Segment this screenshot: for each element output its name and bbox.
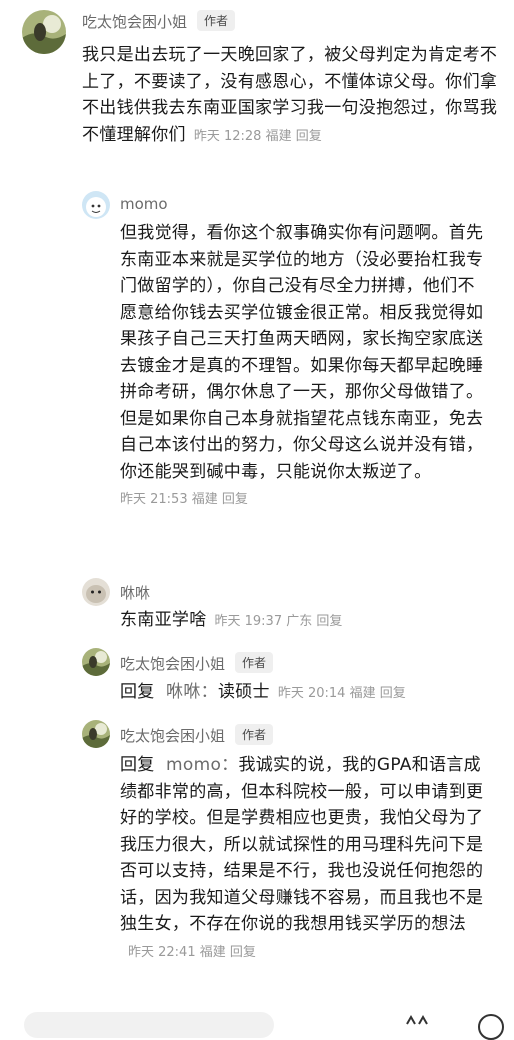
username[interactable]: 吃太饱会困小姐: [120, 727, 225, 745]
location: 福建: [191, 492, 218, 507]
bottom-toolbar: [0, 1000, 514, 1040]
reply-text: 回复 咻咻：读硕士 昨天 20:14 福建 回复: [120, 679, 492, 708]
avatar[interactable]: [82, 578, 110, 606]
reply-target[interactable]: momo：: [166, 755, 238, 775]
username[interactable]: momo: [120, 195, 168, 213]
username[interactable]: 吃太饱会困小姐: [120, 655, 225, 673]
location: 广东: [286, 614, 313, 629]
author-badge: 作者: [235, 652, 274, 673]
reply-text: 回复 momo：我诚实的说，我的GPA和语言成绩都非常的高，但本科院校一般，可以…: [120, 752, 492, 966]
reply-button[interactable]: 回复: [230, 945, 256, 960]
like-icon[interactable]: [405, 1014, 428, 1036]
author-badge: 作者: [197, 10, 236, 31]
timestamp: 昨天 20:14: [277, 686, 346, 701]
timestamp: 昨天 21:53: [120, 492, 188, 507]
share-icon[interactable]: [478, 1014, 504, 1040]
avatar[interactable]: [82, 191, 110, 219]
username[interactable]: 咻咻: [120, 584, 150, 602]
reply-text: 东南亚学啥 昨天 19:37 广东 回复: [120, 607, 492, 636]
author-badge: 作者: [235, 724, 274, 745]
comment-author[interactable]: 吃太饱会困小姐 作者: [82, 10, 236, 32]
timestamp: 昨天 22:41: [128, 944, 196, 960]
timestamp: 昨天 19:37: [214, 614, 283, 629]
timestamp: 昨天 12:28: [193, 128, 262, 144]
reply-button[interactable]: 回复: [222, 492, 248, 507]
reply-meta: 昨天 19:37 广东 回复: [215, 614, 343, 629]
location: 福建: [349, 686, 376, 701]
reply-item: 吃太饱会困小姐 作者 回复 momo：我诚实的说，我的GPA和语言成绩都非常的高，…: [0, 712, 514, 1002]
reply-item: 吃太饱会困小姐 作者 回复 咻咻：读硕士 昨天 20:14 福建 回复: [0, 642, 514, 712]
reply-button[interactable]: 回复: [296, 129, 322, 144]
reply-prefix: 回复: [120, 755, 155, 775]
avatar[interactable]: [22, 10, 66, 54]
username[interactable]: 吃太饱会困小姐: [82, 13, 187, 31]
comment-input[interactable]: [24, 1012, 274, 1038]
reply-author[interactable]: 咻咻: [120, 582, 150, 603]
avatar[interactable]: [82, 648, 110, 676]
reply-target[interactable]: 咻咻：: [166, 682, 218, 702]
reply-button[interactable]: 回复: [380, 686, 406, 701]
reply-author[interactable]: 吃太饱会困小姐 作者: [120, 724, 274, 746]
reply-author[interactable]: momo: [120, 195, 168, 213]
reply-body: 东南亚学啥: [120, 610, 207, 630]
reply-item: 咻咻 东南亚学啥 昨天 19:37 广东 回复: [0, 572, 514, 632]
reply-meta: 昨天 22:41 福建 回复: [128, 945, 256, 960]
avatar[interactable]: [82, 720, 110, 748]
comment-item: 吃太饱会困小姐 作者 我只是出去玩了一天晚回家了，被父母判定为肯定考不上了，不要读…: [0, 0, 514, 170]
reply-item: momo 但我觉得，看你这个叙事确实你有问题啊。首先东南亚本来就是买学位的地方（…: [0, 185, 514, 565]
reply-body: 我诚实的说，我的GPA和语言成绩都非常的高，但本科院校一般，可以申请到更好的学校…: [120, 755, 484, 934]
reply-button[interactable]: 回复: [316, 614, 342, 629]
reply-meta: 昨天 21:53 福建 回复: [120, 492, 248, 507]
location: 福建: [199, 944, 226, 960]
reply-prefix: 回复: [120, 682, 155, 702]
location: 福建: [265, 128, 292, 144]
reply-meta: 昨天 20:14 福建 回复: [278, 686, 406, 701]
comment-meta: 昨天 12:28 福建 回复: [194, 129, 322, 144]
reply-author[interactable]: 吃太饱会困小姐 作者: [120, 652, 274, 674]
reply-text: 但我觉得，看你这个叙事确实你有问题啊。首先东南亚本来就是买学位的地方（没必要抬杠…: [120, 220, 492, 514]
comment-text: 我只是出去玩了一天晚回家了，被父母判定为肯定考不上了，不要读了，没有感恩心，不懂…: [82, 42, 502, 150]
reply-body: 但我觉得，看你这个叙事确实你有问题啊。首先东南亚本来就是买学位的地方（没必要抬杠…: [120, 223, 484, 482]
reply-body: 读硕士: [217, 682, 270, 702]
